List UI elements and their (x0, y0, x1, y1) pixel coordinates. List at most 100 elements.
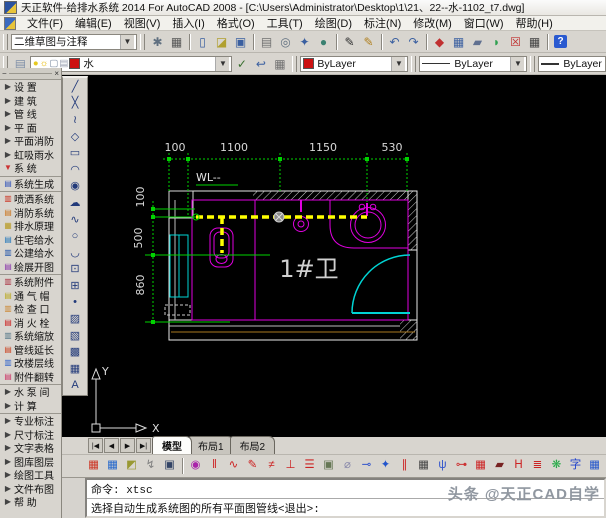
workspace-settings-icon[interactable]: ✱ (148, 32, 167, 52)
sidebar-item-system-accessory[interactable]: ▥ 系统附件 (0, 274, 61, 289)
save-icon[interactable]: ▣ (231, 32, 250, 52)
sidebar-item-system[interactable]: ▼ 系 统 (0, 161, 61, 175)
tz-system-gen-icon[interactable]: ψ (433, 456, 452, 476)
table-icon[interactable]: ▦ (64, 360, 86, 377)
chevron-down-icon[interactable]: ▼ (510, 56, 525, 71)
plot-icon[interactable]: ▤ (253, 32, 276, 52)
tz-node-icon[interactable]: ⊶ (452, 456, 471, 476)
tz-stack-icon[interactable]: ≣ (528, 456, 547, 476)
sidebar-item-vent-cap[interactable]: ▤ 通 气 帽 (0, 289, 61, 303)
undo-icon[interactable]: ↶ (381, 32, 404, 52)
toolbar-grip[interactable] (292, 55, 298, 72)
sidebar-item-plan[interactable]: ▶ 平 面 (0, 121, 61, 135)
tz-draw-pipe-icon[interactable]: ✎ (243, 456, 262, 476)
wash-basin[interactable] (329, 200, 408, 249)
ellipse-arc-icon[interactable]: ◡ (64, 244, 86, 261)
make-object-layer-current-icon[interactable]: ✓ (232, 54, 251, 74)
tz-curve-icon[interactable]: ∿ (224, 456, 243, 476)
menu-window[interactable]: 窗口(W) (458, 14, 510, 32)
menu-file[interactable]: 文件(F) (21, 14, 69, 32)
spline-icon[interactable]: ∿ (64, 211, 86, 228)
make-block-icon[interactable]: ⊞ (64, 277, 86, 294)
menu-help[interactable]: 帮助(H) (510, 14, 559, 32)
line-icon[interactable]: ╱ (64, 78, 86, 95)
sidebar-item-expand-diagram[interactable]: ▤ 绘展开图 (0, 260, 61, 274)
sidebar-item-dimension[interactable]: ▶ 尺寸标注 (0, 428, 61, 442)
sidebar-item-text-table[interactable]: ▶ 文字表格 (0, 441, 61, 455)
menu-draw[interactable]: 绘图(D) (309, 14, 358, 32)
workspace-combo[interactable]: 二维草图与注释 ▼ (11, 33, 137, 50)
region-icon[interactable]: ▩ (64, 344, 86, 361)
sidebar-item-library-layer[interactable]: ▶ 图库图层 (0, 455, 61, 469)
sidebar-item-settings[interactable]: ▶ 设 置 (0, 80, 61, 94)
lineweight-combo[interactable]: ByLayer (538, 55, 606, 72)
plot-preview-icon[interactable]: ◎ (276, 32, 295, 52)
menu-modify[interactable]: 修改(M) (407, 14, 458, 32)
revision-cloud-icon[interactable]: ☁ (64, 194, 86, 211)
sidebar-item-drainage-principle[interactable]: ▦ 排水原理 (0, 219, 61, 233)
sidebar-item-accessory-flip[interactable]: ▤ 附件翻转 (0, 370, 61, 384)
sidebar-item-pipeline[interactable]: ▶ 管 线 (0, 107, 61, 121)
sidebar-item-inspection-port[interactable]: ▥ 检 查 口 (0, 302, 61, 316)
sidebar-item-siphon-rain[interactable]: ▶ 虹吸雨水 (0, 148, 61, 162)
chevron-down-icon[interactable]: ▼ (391, 56, 406, 71)
tab-nav-button[interactable]: ▶ (120, 438, 135, 453)
toolbar-grip[interactable] (411, 55, 417, 72)
toolbar-grip[interactable] (530, 55, 536, 72)
sidebar-item-fire-system[interactable]: ▤ 消防系统 (0, 206, 61, 220)
arc-icon[interactable]: ◠ (64, 161, 86, 178)
tz-break-pipe-icon[interactable]: H (509, 456, 528, 476)
sidebar-item-system-generate[interactable]: ▤ 系统生成 (0, 175, 61, 191)
pipe-shaft[interactable] (169, 234, 189, 298)
sidebar-item-plan-fire[interactable]: ▶ 平面消防 (0, 134, 61, 148)
tz-multiline-icon[interactable]: ☰ (300, 456, 319, 476)
tz-slope-icon[interactable]: ≠ (262, 456, 281, 476)
sidebar-item-public-water[interactable]: ▥ 公建给水 (0, 246, 61, 260)
sidebar-item-draw-tools[interactable]: ▶ 绘图工具 (0, 468, 61, 482)
menu-edit[interactable]: 编辑(E) (69, 14, 118, 32)
tz-pipe-icon[interactable]: ‖ (205, 456, 224, 476)
menu-view[interactable]: 视图(V) (118, 14, 167, 32)
tz-connect-icon[interactable]: ⊸ (357, 456, 376, 476)
sidebar-item-fire-hydrant[interactable]: ▤ 消 火 栓 (0, 316, 61, 330)
tz-table-icon[interactable]: ▦ (585, 456, 604, 476)
tz-layout-icon[interactable]: ▦ (103, 456, 122, 476)
sidebar-item-building[interactable]: ▶ 建 筑 (0, 94, 61, 108)
help-icon[interactable]: ? (547, 32, 570, 52)
insert-block-icon[interactable]: ⊡ (64, 261, 86, 278)
brush-icon[interactable]: ✎ (359, 32, 378, 52)
tz-erase-icon[interactable]: ☒ (506, 32, 525, 52)
polyline-icon[interactable]: ≀ (64, 111, 86, 128)
menu-format[interactable]: 格式(O) (211, 14, 261, 32)
chevron-down-icon[interactable]: ▼ (215, 56, 230, 71)
menu-tools[interactable]: 工具(T) (261, 14, 309, 32)
color-combo[interactable]: ByLayer ▼ (300, 55, 409, 72)
tz-grid-icon[interactable]: ▦ (414, 456, 433, 476)
tz-flag-icon[interactable]: ▰ (490, 456, 509, 476)
sidebar-item-pump-room[interactable]: ▶ 水 泵 间 (0, 384, 61, 399)
dimension-left[interactable]: 100 500 860 (132, 187, 270, 326)
drawing-canvas[interactable]: 100 1100 1150 530 WL-- 100 500 860 1#卫 X… (62, 75, 606, 437)
close-icon[interactable]: × (54, 69, 59, 78)
tz-save-icon[interactable]: ▣ (160, 456, 179, 476)
gradient-icon[interactable]: ▧ (64, 327, 86, 344)
tz-measure-icon[interactable]: ⌀ (338, 456, 357, 476)
tab-nav-button[interactable]: ▶| (136, 438, 151, 453)
tz-view-icon[interactable]: ◉ (182, 456, 205, 476)
tz-paint-icon[interactable]: ❋ (547, 456, 566, 476)
rectangle-icon[interactable]: ▭ (64, 144, 86, 161)
wl-riser-label[interactable]: WL-- (196, 171, 238, 186)
tz-lightning-icon[interactable]: ↯ (141, 456, 160, 476)
tz-text-style-icon[interactable]: 字 (566, 456, 585, 476)
publish-icon[interactable]: ✦ (295, 32, 314, 52)
workspace-switch-icon[interactable]: ▦ (167, 32, 186, 52)
tab-model[interactable]: 模型 (152, 436, 192, 454)
tz-convert-icon[interactable]: ◗ (487, 32, 506, 52)
menu-dimension[interactable]: 标注(N) (358, 14, 407, 32)
sidebar-item-sprinkler-system[interactable]: ▥ 喷洒系统 (0, 191, 61, 206)
redo-icon[interactable]: ↷ (404, 32, 423, 52)
sidebar-item-residential-water[interactable]: ▤ 住宅给水 (0, 233, 61, 247)
layer-states-icon[interactable]: ▦ (270, 54, 289, 74)
door[interactable] (351, 254, 411, 314)
room-label[interactable]: 1#卫 (279, 255, 338, 283)
